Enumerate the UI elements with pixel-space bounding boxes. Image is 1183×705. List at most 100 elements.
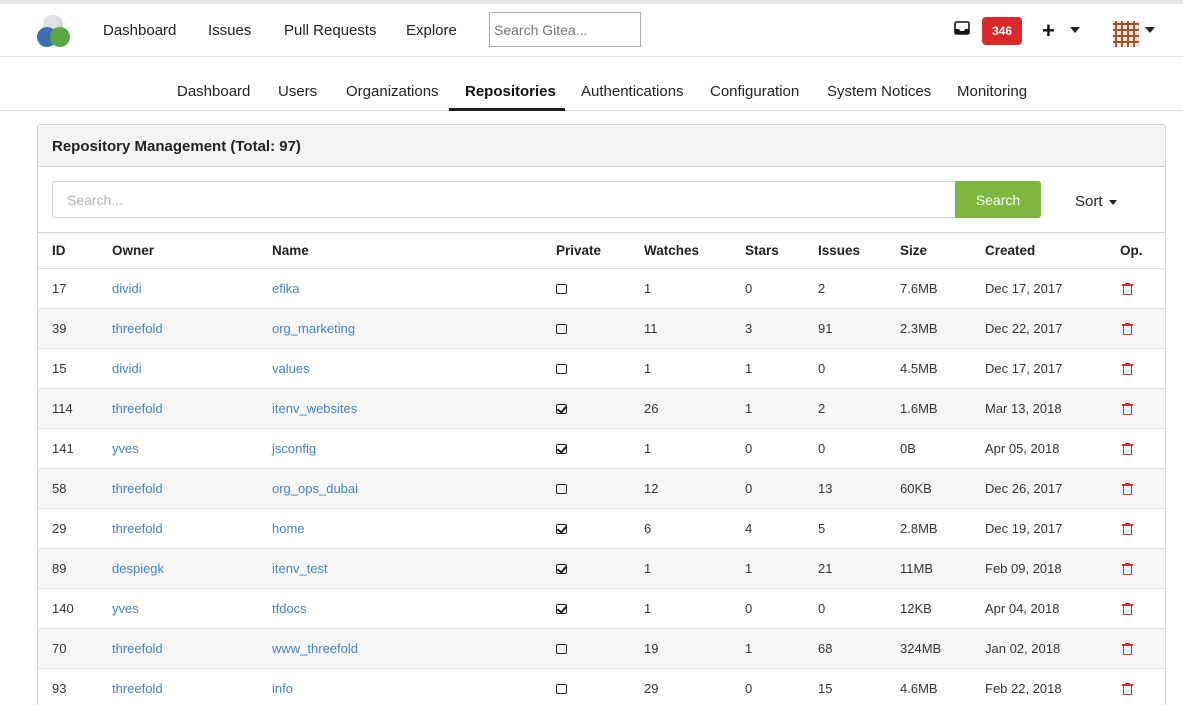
trash-icon[interactable] (1122, 363, 1133, 376)
owner-link[interactable]: yves (112, 441, 139, 456)
cell-stars: 1 (745, 628, 818, 669)
cell-size: 2.3MB (900, 308, 985, 349)
trash-icon[interactable] (1122, 683, 1133, 696)
repo-name-link[interactable]: values (272, 361, 310, 376)
panel-title: Repository Management (Total: 97) (52, 138, 301, 155)
nav-explore[interactable]: Explore (406, 22, 457, 39)
repositories-table: ID Owner Name Private Watches Stars Issu… (38, 233, 1165, 705)
create-dropdown-chevron-icon[interactable] (1070, 27, 1080, 33)
tab-configuration[interactable]: Configuration (710, 83, 799, 100)
nav-dashboard[interactable]: Dashboard (103, 22, 176, 39)
col-header-watches[interactable]: Watches (644, 233, 745, 269)
cell-id: 17 (38, 268, 112, 309)
plus-icon[interactable]: + (1042, 20, 1055, 42)
private-checkbox-icon (556, 324, 567, 335)
cell-private (556, 508, 644, 549)
search-button[interactable]: Search (955, 181, 1041, 218)
nav-pull-requests[interactable]: Pull Requests (284, 22, 377, 39)
nav-issues[interactable]: Issues (208, 22, 251, 39)
cell-size: 0B (900, 428, 985, 469)
cell-name: home (272, 508, 556, 549)
sort-chevron-down-icon[interactable] (1109, 200, 1117, 205)
repo-name-link[interactable]: org_ops_dubai (272, 481, 358, 496)
col-header-id[interactable]: ID (38, 233, 112, 269)
gitea-logo[interactable] (37, 15, 71, 49)
col-header-private[interactable]: Private (556, 233, 644, 269)
repo-name-link[interactable]: itenv_test (272, 561, 328, 576)
cell-op (1120, 348, 1165, 389)
trash-icon[interactable] (1122, 523, 1133, 536)
repo-name-link[interactable]: home (272, 521, 305, 536)
cell-private (556, 668, 644, 705)
col-header-name[interactable]: Name (272, 233, 556, 269)
private-checkbox-icon (556, 524, 567, 535)
owner-link[interactable]: threefold (112, 521, 163, 536)
col-header-size[interactable]: Size (900, 233, 985, 269)
repo-name-link[interactable]: org_marketing (272, 321, 355, 336)
cell-watches: 19 (644, 628, 745, 669)
user-dropdown-chevron-icon[interactable] (1145, 27, 1155, 33)
table-row: 70 threefold www_threefold 19 1 68 324MB… (38, 628, 1165, 669)
cell-owner: threefold (112, 308, 272, 349)
sort-dropdown[interactable]: Sort (1075, 193, 1103, 210)
owner-link[interactable]: threefold (112, 641, 163, 656)
cell-private (556, 548, 644, 589)
repo-name-link[interactable]: www_threefold (272, 641, 358, 656)
trash-icon[interactable] (1122, 283, 1133, 296)
col-header-stars[interactable]: Stars (745, 233, 818, 269)
cell-stars: 0 (745, 588, 818, 629)
cell-name: tfdocs (272, 588, 556, 629)
col-header-issues[interactable]: Issues (818, 233, 900, 269)
cell-watches: 1 (644, 428, 745, 469)
owner-link[interactable]: despiegk (112, 561, 164, 576)
trash-icon[interactable] (1122, 323, 1133, 336)
table-row: 17 dividi efika 1 0 2 7.6MB Dec 17, 2017 (38, 268, 1165, 309)
cell-name: org_ops_dubai (272, 468, 556, 509)
owner-link[interactable]: threefold (112, 681, 163, 696)
cell-id: 39 (38, 308, 112, 349)
owner-link[interactable]: dividi (112, 281, 142, 296)
repo-name-link[interactable]: info (272, 681, 293, 696)
user-avatar[interactable] (1113, 21, 1139, 47)
admin-tab-bar: Dashboard Users Organizations Repositori… (0, 57, 1183, 111)
owner-link[interactable]: threefold (112, 481, 163, 496)
tab-authentications[interactable]: Authentications (581, 83, 684, 100)
cell-issues: 91 (818, 308, 900, 349)
private-checkbox-icon (556, 444, 567, 455)
owner-link[interactable]: dividi (112, 361, 142, 376)
trash-icon[interactable] (1122, 403, 1133, 416)
repo-name-link[interactable]: jsconfig (272, 441, 316, 456)
cell-stars: 0 (745, 428, 818, 469)
notification-count-badge[interactable]: 346 (982, 17, 1022, 45)
table-row: 89 despiegk itenv_test 1 1 21 11MB Feb 0… (38, 548, 1165, 589)
repo-name-link[interactable]: efika (272, 281, 299, 296)
tab-monitoring[interactable]: Monitoring (957, 83, 1027, 100)
cell-op (1120, 508, 1165, 549)
trash-icon[interactable] (1122, 563, 1133, 576)
inbox-icon[interactable] (954, 21, 970, 35)
trash-icon[interactable] (1122, 603, 1133, 616)
trash-icon[interactable] (1122, 443, 1133, 456)
cell-size: 7.6MB (900, 268, 985, 309)
owner-link[interactable]: threefold (112, 401, 163, 416)
tab-repositories[interactable]: Repositories (465, 83, 556, 100)
tab-organizations[interactable]: Organizations (346, 83, 439, 100)
tab-dashboard[interactable]: Dashboard (177, 83, 250, 100)
trash-icon[interactable] (1122, 643, 1133, 656)
col-header-created[interactable]: Created (985, 233, 1120, 269)
global-search-input[interactable] (489, 12, 641, 47)
trash-icon[interactable] (1122, 483, 1133, 496)
cell-private (556, 628, 644, 669)
owner-link[interactable]: threefold (112, 321, 163, 336)
repo-name-link[interactable]: tfdocs (272, 601, 307, 616)
tab-system-notices[interactable]: System Notices (827, 83, 931, 100)
tab-users[interactable]: Users (278, 83, 317, 100)
cell-id: 140 (38, 588, 112, 629)
cell-watches: 1 (644, 268, 745, 309)
owner-link[interactable]: yves (112, 601, 139, 616)
repo-search-input[interactable] (52, 181, 956, 218)
cell-issues: 15 (818, 668, 900, 705)
col-header-owner[interactable]: Owner (112, 233, 272, 269)
cell-private (556, 308, 644, 349)
repo-name-link[interactable]: itenv_websites (272, 401, 357, 416)
